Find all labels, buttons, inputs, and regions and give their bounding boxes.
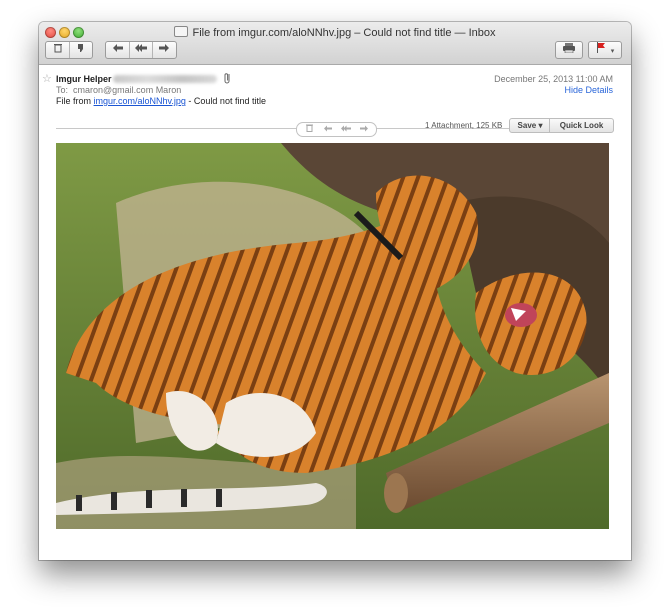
title-bar: File from imgur.com/aloNNhv.jpg – Could … [39,22,631,65]
subject-suffix: - Could not find title [188,96,266,106]
quick-look-button[interactable]: Quick Look [549,118,614,133]
tiger-cubs-photo [56,143,609,529]
mail-window: File from imgur.com/aloNNhv.jpg – Could … [39,22,631,560]
inline-actions [296,122,377,137]
print-button[interactable] [555,41,583,59]
inline-reply-icon[interactable] [319,123,337,136]
flag-icon [596,42,609,56]
attached-image[interactable] [56,143,609,529]
subject-line: File from imgur.com/aloNNhv.jpg - Could … [56,96,266,106]
sender-name: Imgur Helper [56,74,112,84]
delete-junk-group [45,41,93,59]
window-title-row: File from imgur.com/aloNNhv.jpg – Could … [39,26,631,39]
star-icon[interactable]: ☆ [42,72,52,85]
envelope-icon [174,26,189,37]
chevron-down-icon: ▾ [610,48,615,55]
inline-trash-icon[interactable] [301,123,319,136]
thumbs-down-icon[interactable] [70,42,92,58]
trash-icon[interactable] [47,42,70,58]
reply-group [105,41,177,59]
reply-arrow-icon[interactable] [107,42,130,58]
hide-details-link[interactable]: Hide Details [564,85,613,95]
inline-reply-all-icon[interactable] [337,123,355,136]
subject-prefix: File from [56,96,92,106]
sender-email-redacted [113,75,217,83]
flag-button[interactable]: ▾ [588,41,622,59]
to-line: To: cmaron@gmail.com Maron [56,85,181,95]
forward-arrow-icon[interactable] [153,42,175,58]
attachment-info: 1 Attachment, 125 KB [425,121,503,130]
save-attachment-button[interactable]: Save ▾ [509,118,551,133]
to-recipient[interactable]: cmaron@gmail.com Maron [73,85,181,95]
window-title: File from imgur.com/aloNNhv.jpg – Could … [192,27,496,39]
paperclip-icon [223,72,233,87]
printer-icon [562,43,576,56]
to-label: To: [56,85,69,95]
inline-forward-icon[interactable] [355,123,373,136]
message-date: December 25, 2013 11:00 AM [494,74,613,84]
subject-link[interactable]: imgur.com/aloNNhv.jpg [94,96,186,106]
reply-all-icon[interactable] [130,42,153,58]
